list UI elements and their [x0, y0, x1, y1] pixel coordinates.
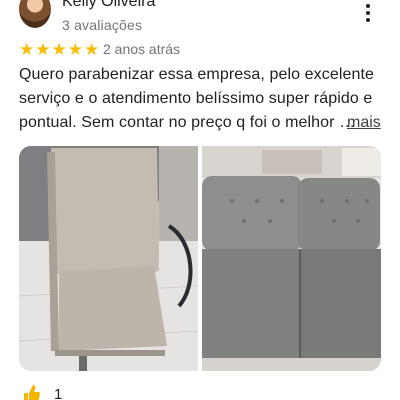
review-text: Quero parabenizar essa empresa, pelo exc…: [19, 63, 389, 135]
more-options-button[interactable]: [356, 2, 380, 24]
star-icon: ★: [35, 40, 51, 59]
review-photo-sofa[interactable]: [202, 146, 381, 371]
review-text-line: pontual. Sem contar no preço q foi o mel…: [19, 114, 356, 131]
review-text-line: serviço e o atendimento belíssimo super …: [19, 90, 373, 107]
review-photo-chair[interactable]: [19, 146, 198, 371]
sofa-photo-image: [202, 146, 381, 371]
reviewer-name[interactable]: Kelly Oliveira: [62, 0, 155, 11]
star-icon: ★: [51, 40, 67, 59]
star-icon: ★: [19, 40, 35, 59]
reviewer-review-count: 3 avaliações: [62, 17, 143, 33]
review-date: 2 anos atrás: [103, 41, 181, 57]
chair-photo-image: [19, 146, 198, 371]
like-row: 1: [22, 384, 62, 400]
star-icon: ★: [67, 40, 83, 59]
like-count: 1: [54, 385, 63, 400]
star-rating: ★ ★ ★ ★ ★: [19, 40, 99, 60]
review-text-line: Quero parabenizar essa empresa, pelo exc…: [19, 66, 375, 83]
reviewer-avatar[interactable]: [19, 0, 51, 28]
star-icon: ★: [84, 40, 100, 59]
read-more-link[interactable]: mais: [347, 111, 381, 135]
thumb-up-icon[interactable]: [22, 384, 40, 400]
more-vert-icon: [366, 4, 370, 8]
